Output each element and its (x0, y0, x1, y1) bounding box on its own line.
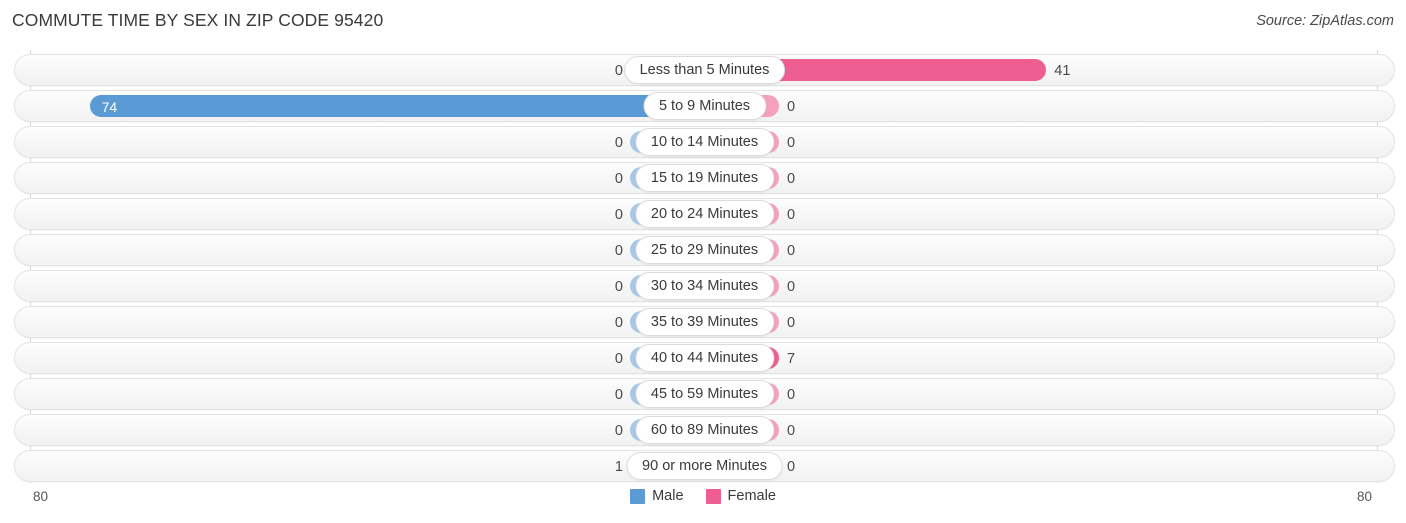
female-value-label: 0 (787, 99, 796, 115)
table-row[interactable]: 0 0 10 to 14 Minutes (14, 126, 1395, 158)
plot-area: 0 41 Less than 5 Minutes 74 0 5 to 9 Minutes 0… (0, 50, 1406, 483)
male-value-label: 0 (614, 279, 623, 295)
male-value-label: 0 (614, 351, 623, 367)
category-label: 90 or more Minutes (626, 452, 783, 480)
female-value-label: 0 (787, 279, 796, 295)
table-row[interactable]: 74 0 5 to 9 Minutes (14, 90, 1395, 122)
male-value-label: 0 (614, 63, 623, 79)
male-value-label: 0 (614, 423, 623, 439)
category-label: 20 to 24 Minutes (634, 200, 775, 228)
male-value-label: 1 (614, 459, 623, 475)
male-value-label: 0 (614, 135, 623, 151)
category-label: 60 to 89 Minutes (634, 416, 775, 444)
category-label: 10 to 14 Minutes (634, 128, 775, 156)
female-value-label: 0 (787, 387, 796, 403)
chart-legend: Male Female (0, 488, 1406, 504)
legend-item[interactable]: Male (630, 488, 684, 504)
table-row[interactable]: 0 0 60 to 89 Minutes (14, 414, 1395, 446)
female-value-label: 41 (1054, 63, 1071, 79)
table-row[interactable]: 0 0 15 to 19 Minutes (14, 162, 1395, 194)
category-label: 40 to 44 Minutes (634, 344, 775, 372)
legend-item[interactable]: Female (705, 488, 776, 504)
table-row[interactable]: 0 7 40 to 44 Minutes (14, 342, 1395, 374)
table-row[interactable]: 0 0 30 to 34 Minutes (14, 270, 1395, 302)
category-label: 35 to 39 Minutes (634, 308, 775, 336)
female-value-label: 0 (787, 459, 796, 475)
category-label: Less than 5 Minutes (623, 56, 786, 84)
category-label: 25 to 29 Minutes (634, 236, 775, 264)
category-label: 30 to 34 Minutes (634, 272, 775, 300)
category-label: 15 to 19 Minutes (634, 164, 775, 192)
male-bar[interactable] (89, 95, 702, 117)
legend-label: Male (652, 488, 684, 504)
female-value-label: 0 (787, 171, 796, 187)
female-value-label: 0 (787, 315, 796, 331)
source-attribution: Source: ZipAtlas.com (1256, 13, 1394, 29)
table-row[interactable]: 0 0 20 to 24 Minutes (14, 198, 1395, 230)
female-value-label: 0 (787, 423, 796, 439)
male-value-label: 0 (614, 387, 623, 403)
chart-page: COMMUTE TIME BY SEX IN ZIP CODE 95420 So… (0, 0, 1406, 523)
table-row[interactable]: 0 41 Less than 5 Minutes (14, 54, 1395, 86)
table-row[interactable]: 0 0 25 to 29 Minutes (14, 234, 1395, 266)
female-value-label: 0 (787, 243, 796, 259)
category-label: 5 to 9 Minutes (642, 92, 767, 120)
female-value-label: 0 (787, 207, 796, 223)
page-title: COMMUTE TIME BY SEX IN ZIP CODE 95420 (12, 10, 384, 30)
table-row[interactable]: 1 0 90 or more Minutes (14, 450, 1395, 482)
table-row[interactable]: 0 0 45 to 59 Minutes (14, 378, 1395, 410)
table-row[interactable]: 0 0 35 to 39 Minutes (14, 306, 1395, 338)
male-value-label: 0 (614, 207, 623, 223)
female-value-label: 7 (787, 351, 796, 367)
male-value-label: 0 (614, 171, 623, 187)
female-color-swatch (705, 488, 721, 504)
male-value-label: 0 (614, 315, 623, 331)
male-value-label: 74 (101, 99, 118, 115)
male-value-label: 0 (614, 243, 623, 259)
legend-label: Female (727, 488, 776, 504)
female-value-label: 0 (787, 135, 796, 151)
category-label: 45 to 59 Minutes (634, 380, 775, 408)
male-color-swatch (630, 488, 646, 504)
